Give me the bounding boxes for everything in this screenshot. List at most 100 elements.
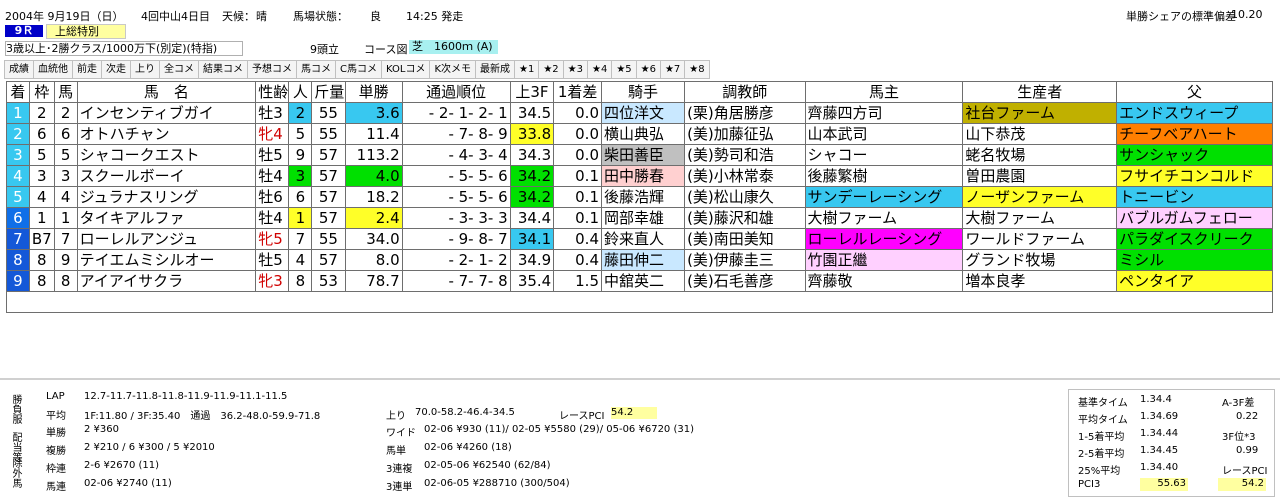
pci3-label: PCI3 [1078, 479, 1101, 490]
margin: 0.4 [553, 228, 602, 250]
column-header[interactable]: 性齢 [255, 81, 290, 103]
margin: 0.1 [553, 186, 602, 208]
meeting: 4回中山4日目 [141, 10, 210, 23]
post: B7 [28, 228, 55, 250]
margin: 1.5 [553, 270, 602, 292]
tab-9[interactable]: C馬コメ [335, 60, 381, 79]
tab-11[interactable]: K次メモ [429, 60, 475, 79]
weight: 55 [311, 123, 346, 145]
win-odds: 2.4 [344, 207, 403, 229]
scratched-tab[interactable]: 除外馬 [8, 458, 23, 488]
tab-6[interactable]: 結果コメ [198, 60, 247, 79]
finish-position: 2 [6, 123, 30, 145]
trainer: (美)伊藤圭三 [684, 249, 806, 271]
tab-5[interactable]: 全コメ [159, 60, 198, 79]
panel-race-pci-label: レースPCI [1222, 466, 1268, 477]
column-header[interactable]: 騎手 [600, 81, 686, 103]
tab-18[interactable]: ★6 [635, 60, 660, 79]
tab-20[interactable]: ★8 [684, 60, 710, 79]
horse-number: 1 [53, 207, 78, 229]
tab-17[interactable]: ★5 [611, 60, 636, 79]
breeder: 社台ファーム [962, 102, 1118, 124]
horse-number: 5 [53, 144, 78, 166]
column-header[interactable]: 枠 [28, 81, 55, 103]
course-map-button[interactable]: コース図 [364, 41, 407, 57]
lap-values: 12.7-11.7-11.8-11.8-11.9-11.9-11.1-11.5 [84, 391, 288, 402]
horse-number: 2 [53, 102, 78, 124]
p25: 1.34.40 [1140, 462, 1179, 473]
table-row[interactable]: 1 2 2 インセンティブガイ 牡3 2 55 3.6- 2- 1- 2- 1 34.5 0.0 四… [6, 102, 1273, 124]
table-row[interactable]: 9 8 8 アイアイサクラ 牝3 8 53 78.7- 7- 7- 8 35.4 1.5 中舘英二(… [6, 270, 1273, 292]
last3f: 34.2 [509, 186, 555, 208]
tab-15[interactable]: ★3 [562, 60, 587, 79]
finish-position: 3 [6, 144, 30, 166]
silks-tab[interactable]: 勝負服 [8, 394, 23, 424]
column-header[interactable]: 父 [1116, 81, 1273, 103]
column-header[interactable]: 馬主 [804, 81, 964, 103]
wakuren-label: 枠連 [46, 464, 66, 475]
tab-bar: 成績 血統他 前走 次走 上り 全コメ 結果コメ 予想コメ 馬コメ C馬コメ KOLコメ K次メモ 最新… [4, 60, 864, 79]
tansho-payout: 2 ¥360 [84, 424, 119, 435]
umatan-label: 馬単 [386, 446, 406, 457]
horse-name: スクールボーイ [76, 165, 257, 187]
avg15-label: 1-5着平均 [1078, 432, 1125, 443]
owner: 竹園正繼 [804, 249, 964, 271]
passage: - 9- 8- 7 [401, 228, 511, 250]
breeder: 大樹ファーム [962, 207, 1118, 229]
empty-area [6, 291, 1273, 313]
table-row[interactable]: 8 8 9 テイエムミシルオー 牡5 4 57 8.0- 2- 1- 2 34.9 0.4 藤田伸二… [6, 249, 1273, 271]
popularity: 5 [288, 123, 313, 145]
tab-0[interactable]: 成績 [4, 60, 33, 79]
sex-age: 牡4 [255, 207, 290, 229]
jockey: 四位洋文 [600, 102, 686, 124]
horse-name: インセンティブガイ [76, 102, 257, 124]
tab-1[interactable]: 血統他 [33, 60, 72, 79]
column-header[interactable]: 斤量 [311, 81, 346, 103]
sire: バブルガムフェロー [1116, 207, 1273, 229]
margin: 0.1 [553, 165, 602, 187]
tab-2[interactable]: 前走 [72, 60, 101, 79]
sex-age: 牝3 [255, 270, 290, 292]
fukusho-label: 複勝 [46, 446, 66, 457]
column-header[interactable]: 馬 [53, 81, 78, 103]
tab-12[interactable]: 最新成 [475, 60, 514, 79]
column-header[interactable]: 馬 名 [76, 81, 257, 103]
tab-10[interactable]: KOLコメ [380, 60, 430, 79]
table-row[interactable]: 7 B7 7 ローレルアンジュ 牝5 7 55 34.0- 9- 8- 7 34.1 0.4 鈴来直… [6, 228, 1273, 250]
tab-3[interactable]: 次走 [101, 60, 130, 79]
table-row[interactable]: 2 6 6 オトハチャン 牝4 5 55 11.4- 7- 8- 9 33.8 0.0 横山典弘 (美… [6, 123, 1273, 145]
column-header[interactable]: 人 [288, 81, 313, 103]
tab-7[interactable]: 予想コメ [247, 60, 296, 79]
finish-position: 4 [6, 165, 30, 187]
trainer: (美)石毛善彦 [684, 270, 806, 292]
column-header[interactable]: 単勝 [344, 81, 403, 103]
tab-19[interactable]: ★7 [659, 60, 685, 79]
popularity: 4 [288, 249, 313, 271]
table-row[interactable]: 6 1 1 タイキアルファ 牡4 1 57 2.4- 3- 3- 3 34.4 0.1 岡部幸雄 (美… [6, 207, 1273, 229]
owner: サンデーレーシング [804, 186, 964, 208]
owner: 山本武司 [804, 123, 964, 145]
column-header[interactable]: 生産者 [962, 81, 1118, 103]
start-time: 14:25 発走 [406, 10, 464, 23]
tab-16[interactable]: ★4 [586, 60, 612, 79]
fukusho-payout: 2 ¥210 / 6 ¥300 / 5 ¥2010 [84, 442, 215, 453]
avg-label: 平均 [46, 411, 66, 422]
owner: 齊藤四方司 [804, 102, 964, 124]
column-header[interactable]: 調教師 [684, 81, 806, 103]
column-header[interactable]: 1着差 [553, 81, 602, 103]
table-row[interactable]: 5 4 4 ジュラナスリング 牡6 6 57 18.2- 5- 5- 6 34.2 0.1 後藤浩輝… [6, 186, 1273, 208]
tab-8[interactable]: 馬コメ [296, 60, 335, 79]
horse-number: 9 [53, 249, 78, 271]
tab-13[interactable]: ★1 [514, 60, 539, 79]
jockey: 後藤浩輝 [600, 186, 686, 208]
tab-4[interactable]: 上り [130, 60, 159, 79]
f3rank-value: 0.99 [1236, 445, 1259, 456]
column-header[interactable]: 上3F [509, 81, 555, 103]
post: 6 [28, 123, 55, 145]
column-header[interactable]: 着 [6, 81, 30, 103]
tab-14[interactable]: ★2 [538, 60, 563, 79]
column-header[interactable]: 通過順位 [401, 81, 511, 103]
table-row[interactable]: 3 5 5 シャコークエスト 牡5 9 57 113.2- 4- 3- 4 34.3 0.0 柴田善… [6, 144, 1273, 166]
table-row[interactable]: 4 3 3 スクールボーイ 牡4 3 57 4.0- 5- 5- 6 34.2 0.1 田中勝春 (美… [6, 165, 1273, 187]
owner: 大樹ファーム [804, 207, 964, 229]
